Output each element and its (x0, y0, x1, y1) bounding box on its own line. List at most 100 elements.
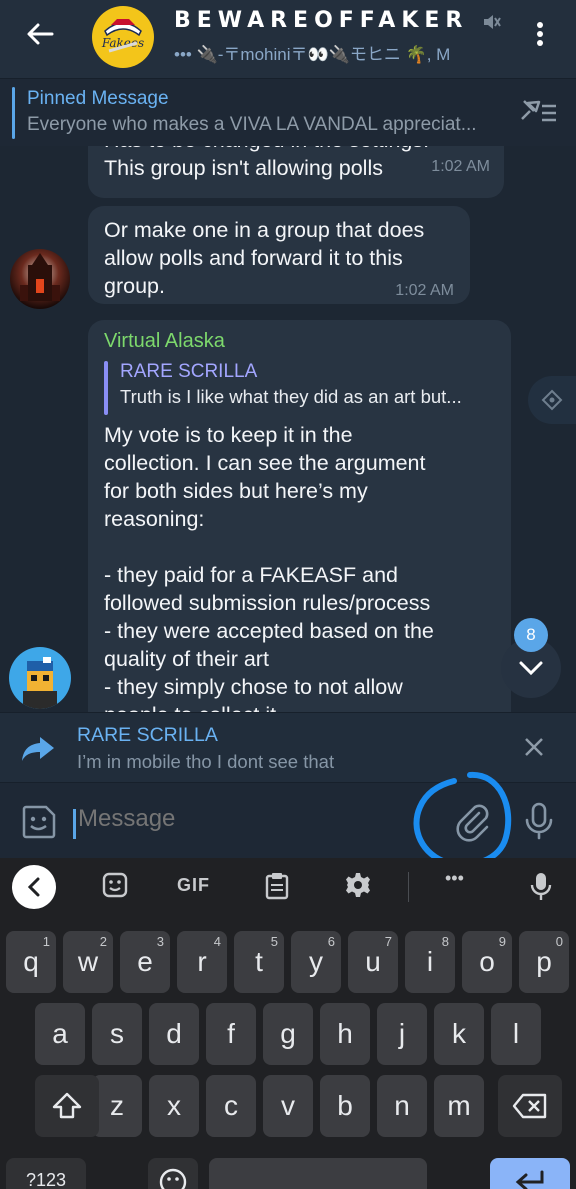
clipboard-icon (265, 873, 289, 900)
message-input[interactable] (78, 805, 388, 833)
key-label: e (137, 946, 153, 977)
key-f[interactable]: f (206, 1003, 256, 1065)
chat-header: Fakees BEWAREOFFAKER ••• 🔌-〒mohini〒👀🔌モヒニ… (0, 0, 576, 78)
group-avatar[interactable]: Fakees (92, 6, 154, 68)
key-v[interactable]: v (263, 1075, 313, 1137)
key-label: q (23, 946, 39, 977)
microphone-icon (525, 802, 553, 840)
key-label: u (365, 946, 381, 977)
more-menu-button[interactable] (525, 16, 555, 52)
clipboard-button[interactable] (265, 872, 289, 900)
key-z[interactable]: z (92, 1075, 142, 1137)
key-label: p (536, 946, 552, 977)
sticker-button[interactable] (102, 872, 128, 898)
attach-button[interactable] (446, 799, 498, 847)
key-g[interactable]: g (263, 1003, 313, 1065)
reply-accent-bar (104, 361, 108, 415)
gif-button[interactable]: GIF (177, 875, 210, 896)
chevron-down-icon (519, 661, 543, 676)
space-key[interactable] (209, 1158, 427, 1189)
back-button[interactable] (18, 14, 62, 54)
sticker-icon (102, 872, 128, 898)
side-action-button[interactable] (528, 376, 576, 424)
smiley-icon (159, 1168, 187, 1189)
close-icon (525, 738, 543, 756)
text-cursor (73, 809, 76, 839)
emoji-key[interactable] (148, 1158, 198, 1189)
key-hint-number: 9 (498, 934, 506, 949)
more-options-button[interactable]: ••• (445, 868, 464, 889)
voice-input-button[interactable] (530, 872, 552, 902)
paperclip-icon (456, 804, 489, 842)
key-s[interactable]: s (92, 1003, 142, 1065)
keyboard-back-button[interactable] (12, 865, 56, 909)
key-hint-number: 7 (384, 934, 392, 949)
key-h[interactable]: h (320, 1003, 370, 1065)
gear-icon (346, 873, 370, 897)
on-screen-keyboard: 1q2w3e4r5t6y7u8i9o0p asdfghjkl zxcvbnm ?… (0, 916, 576, 1189)
arrow-left-icon (27, 23, 54, 45)
backspace-icon (512, 1093, 547, 1119)
key-r[interactable]: 4r (177, 931, 227, 993)
key-a[interactable]: a (35, 1003, 85, 1065)
sender-name[interactable]: Virtual Alaska (104, 330, 495, 353)
key-w[interactable]: 2w (63, 931, 113, 993)
key-l[interactable]: l (491, 1003, 541, 1065)
pinned-indicator (12, 87, 15, 139)
diamond-icon (541, 389, 563, 411)
telegram-chat-screen: { "header": { "title": "BEWAREOFFAKER", … (0, 0, 576, 1189)
message-bubble[interactable]: Has to be changed in the settings. This … (88, 146, 504, 198)
pinned-title: Pinned Message (27, 88, 169, 109)
shift-key[interactable] (35, 1075, 99, 1137)
chat-subtitle: ••• 🔌-〒mohini〒👀🔌モヒニ 🌴, M (174, 45, 451, 64)
backspace-key[interactable] (498, 1075, 562, 1137)
key-u[interactable]: 7u (348, 931, 398, 993)
muted-icon (481, 12, 501, 37)
sender-avatar[interactable] (10, 249, 70, 309)
pinned-list-button[interactable] (520, 97, 558, 130)
enter-key[interactable] (490, 1158, 570, 1189)
shift-icon (52, 1092, 82, 1119)
voice-message-button[interactable] (522, 801, 556, 846)
message-list[interactable]: Has to be changed in the settings. This … (0, 146, 576, 712)
message-text: Has to be changed in the settings. This … (104, 146, 429, 180)
quoted-reply[interactable]: RARE SCRILLA Truth is I like what they d… (104, 361, 495, 415)
toolbar-divider (408, 872, 409, 902)
message-text: My vote is to keep it in the collection.… (104, 423, 434, 712)
key-c[interactable]: c (206, 1075, 256, 1137)
key-n[interactable]: n (377, 1075, 427, 1137)
message-bubble[interactable]: Virtual Alaska RARE SCRILLA Truth is I l… (88, 320, 511, 712)
pinned-message-bar[interactable]: Pinned Message Everyone who makes a VIVA… (0, 78, 576, 146)
keyboard-settings-button[interactable] (345, 872, 371, 898)
symbols-key[interactable]: ?123 (6, 1158, 86, 1189)
emoji-button[interactable] (20, 803, 58, 846)
key-x[interactable]: x (149, 1075, 199, 1137)
key-i[interactable]: 8i (405, 931, 455, 993)
message-input-bar (0, 771, 576, 868)
key-t[interactable]: 5t (234, 931, 284, 993)
message-bubble[interactable]: Or make one in a group that does allow p… (88, 206, 470, 304)
key-label: w (77, 946, 99, 977)
key-j[interactable]: j (377, 1003, 427, 1065)
more-vertical-icon (537, 22, 543, 46)
key-m[interactable]: m (434, 1075, 484, 1137)
key-y[interactable]: 6y (291, 931, 341, 993)
chevron-left-icon (27, 877, 40, 897)
key-k[interactable]: k (434, 1003, 484, 1065)
cancel-reply-button[interactable] (522, 735, 546, 764)
yankees-logo-icon: Fakees (96, 10, 150, 64)
sender-avatar[interactable] (9, 647, 71, 709)
key-b[interactable]: b (320, 1075, 370, 1137)
microphone-icon (530, 873, 552, 900)
pixel-character-avatar-icon (23, 657, 57, 709)
reply-arrow-icon (20, 733, 56, 768)
message-time: 1:02 AM (395, 282, 454, 299)
key-q[interactable]: 1q (6, 931, 56, 993)
key-hint-number: 5 (270, 934, 278, 949)
key-o[interactable]: 9o (462, 931, 512, 993)
chat-title[interactable]: BEWAREOFFAKER (174, 8, 468, 33)
key-e[interactable]: 3e (120, 931, 170, 993)
key-p[interactable]: 0p (519, 931, 569, 993)
key-d[interactable]: d (149, 1003, 199, 1065)
sticker-emoji-icon (22, 805, 56, 839)
